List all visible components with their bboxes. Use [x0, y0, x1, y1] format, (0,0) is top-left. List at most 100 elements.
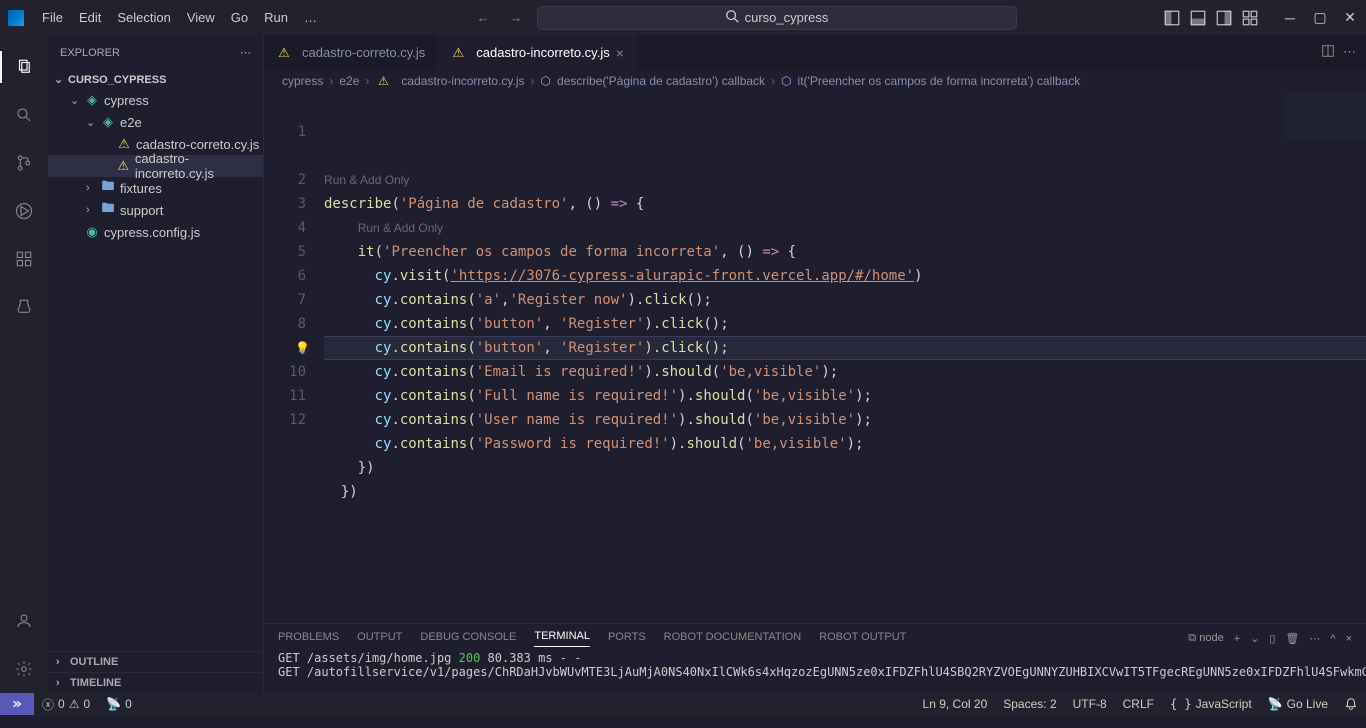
panel-tab-problems[interactable]: PROBLEMS: [278, 631, 339, 647]
menu-file[interactable]: File: [34, 6, 71, 29]
command-center-label: curso_cypress: [745, 10, 829, 25]
explorer-header: EXPLORER ⋯: [48, 35, 263, 70]
tree-file-incorreto[interactable]: ⚠ cadastro-incorreto.cy.js: [48, 155, 263, 177]
panel-tab-terminal[interactable]: TERMINAL: [534, 630, 590, 647]
close-panel-icon[interactable]: ×: [1346, 633, 1352, 645]
activity-extensions[interactable]: [0, 235, 48, 283]
method-icon: ⬡: [781, 74, 791, 88]
status-encoding[interactable]: UTF-8: [1065, 697, 1115, 711]
terminal-shell[interactable]: ⧉ node: [1188, 632, 1223, 645]
breadcrumb[interactable]: cypress › e2e › ⚠ cadastro-incorreto.cy.…: [264, 70, 1366, 92]
layout-btn-3[interactable]: [1214, 8, 1234, 28]
status-cursor[interactable]: Ln 9, Col 20: [915, 697, 996, 711]
layout-btn-1[interactable]: [1162, 8, 1182, 28]
maximize-button[interactable]: ▢: [1312, 10, 1328, 26]
split-editor-icon[interactable]: [1321, 44, 1335, 61]
maximize-panel-icon[interactable]: ^: [1330, 633, 1335, 645]
activity-search[interactable]: [0, 91, 48, 139]
status-problems[interactable]: ⓧ0 ⚠0: [34, 696, 98, 713]
breadcrumb-e2e[interactable]: e2e: [339, 74, 359, 88]
tree-folder-e2e[interactable]: ⌄ ◈ e2e: [48, 111, 263, 133]
bottom-panel: PROBLEMS OUTPUT DEBUG CONSOLE TERMINAL P…: [264, 623, 1366, 693]
layout-btn-2[interactable]: [1188, 8, 1208, 28]
title-right: ─ ▢ ✕: [1162, 8, 1358, 28]
menu-run[interactable]: Run: [256, 6, 296, 29]
code-content[interactable]: Run & Add Only describe('Página de cadas…: [324, 92, 1366, 623]
menu-edit[interactable]: Edit: [71, 6, 109, 29]
status-bell[interactable]: [1336, 697, 1366, 711]
more-actions-icon[interactable]: ⋯: [1343, 44, 1356, 61]
breadcrumb-it[interactable]: it('Preencher os campos de forma incorre…: [798, 74, 1081, 88]
status-spaces[interactable]: Spaces: 2: [995, 697, 1064, 711]
command-center[interactable]: curso_cypress: [537, 6, 1017, 30]
code-editor[interactable]: 1 2 3 4 5 6 7 8 9💡 10 11 12 Run & Add On…: [264, 92, 1366, 623]
outline-section[interactable]: › OUTLINE: [48, 651, 263, 672]
cypress-folder-icon: ◈: [100, 114, 116, 130]
menu-view[interactable]: View: [179, 6, 223, 29]
chevron-right-icon: ›: [56, 677, 70, 689]
activity-account[interactable]: [0, 597, 48, 645]
window-controls: ─ ▢ ✕: [1282, 10, 1358, 26]
panel-tab-robot-out[interactable]: ROBOT OUTPUT: [819, 631, 906, 647]
timeline-section[interactable]: › TIMELINE: [48, 672, 263, 693]
tree-folder-support[interactable]: › 🖿 support: [48, 199, 263, 221]
chevron-down-icon: ⌄: [70, 94, 84, 107]
layout-customize[interactable]: [1240, 8, 1260, 28]
section-label: OUTLINE: [70, 656, 118, 668]
new-terminal-icon[interactable]: +: [1234, 633, 1240, 645]
tab-incorreto[interactable]: ⚠ cadastro-incorreto.cy.js ×: [438, 35, 637, 70]
close-button[interactable]: ✕: [1342, 10, 1358, 26]
menu-selection[interactable]: Selection: [109, 6, 178, 29]
menu-overflow[interactable]: …: [296, 6, 325, 29]
status-eol[interactable]: CRLF: [1115, 697, 1162, 711]
activity-explorer[interactable]: [0, 43, 48, 91]
breadcrumb-sep: ›: [365, 74, 369, 88]
more-icon[interactable]: ⋯: [1309, 632, 1320, 645]
breadcrumb-cypress[interactable]: cypress: [282, 74, 323, 88]
search-icon: [725, 9, 739, 26]
js-icon: ⚠: [115, 158, 130, 174]
status-language[interactable]: { } JavaScript: [1162, 697, 1260, 711]
activity-settings[interactable]: [0, 645, 48, 693]
chevron-right-icon: ›: [86, 204, 100, 216]
minimize-button[interactable]: ─: [1282, 10, 1298, 26]
tab-correto[interactable]: ⚠ cadastro-correto.cy.js: [264, 35, 438, 70]
codelens-run[interactable]: Run & Add Only: [324, 173, 409, 187]
activity-debug[interactable]: [0, 187, 48, 235]
tree-file-config[interactable]: ◉ cypress.config.js: [48, 221, 263, 243]
panel-tab-ports[interactable]: PORTS: [608, 631, 646, 647]
tab-label: cadastro-incorreto.cy.js: [476, 45, 609, 60]
chevron-down-icon: ⌄: [54, 73, 68, 86]
explorer-more-icon[interactable]: ⋯: [240, 46, 251, 59]
kill-terminal-icon[interactable]: 🗑: [1285, 632, 1299, 645]
status-golive[interactable]: 📡 Go Live: [1260, 697, 1336, 711]
tree-label: e2e: [120, 115, 142, 130]
breadcrumb-file[interactable]: cadastro-incorreto.cy.js: [401, 74, 524, 88]
panel-tab-robot-doc[interactable]: ROBOT DOCUMENTATION: [664, 631, 802, 647]
status-ports[interactable]: 📡0: [98, 697, 140, 711]
tree-label: support: [120, 203, 163, 218]
project-folder[interactable]: ⌄ CURSO_CYPRESS: [48, 70, 263, 89]
terminal-content[interactable]: GET /assets/img/home.jpg 200 80.383 ms -…: [264, 647, 1366, 683]
terminal-dropdown-icon[interactable]: ⌄: [1250, 632, 1259, 645]
close-icon[interactable]: ×: [616, 45, 624, 61]
remote-button[interactable]: [0, 693, 34, 715]
panel-tab-output[interactable]: OUTPUT: [357, 631, 402, 647]
panel-tab-debug[interactable]: DEBUG CONSOLE: [420, 631, 516, 647]
activity-testing[interactable]: [0, 283, 48, 331]
codelens-run[interactable]: Run & Add Only: [358, 221, 443, 235]
split-terminal-icon[interactable]: ▯: [1269, 632, 1275, 645]
lightbulb-icon[interactable]: 💡: [295, 336, 310, 360]
tree-folder-cypress[interactable]: ⌄ ◈ cypress: [48, 89, 263, 111]
editor-area: ⚠ cadastro-correto.cy.js ⚠ cadastro-inco…: [264, 35, 1366, 693]
menu-go[interactable]: Go: [223, 6, 256, 29]
nav-back[interactable]: ←: [471, 6, 496, 29]
breadcrumb-sep: ›: [771, 74, 775, 88]
activity-scm[interactable]: [0, 139, 48, 187]
breadcrumb-describe[interactable]: describe('Página de cadastro') callback: [557, 74, 765, 88]
antenna-icon: 📡: [106, 697, 121, 711]
activity-bar: [0, 35, 48, 693]
title-center: ← → curso_cypress: [325, 6, 1162, 30]
nav-forward[interactable]: →: [504, 6, 529, 29]
terminal-line: GET /autofillservice/v1/pages/ChRDaHJvbW…: [278, 665, 1366, 679]
